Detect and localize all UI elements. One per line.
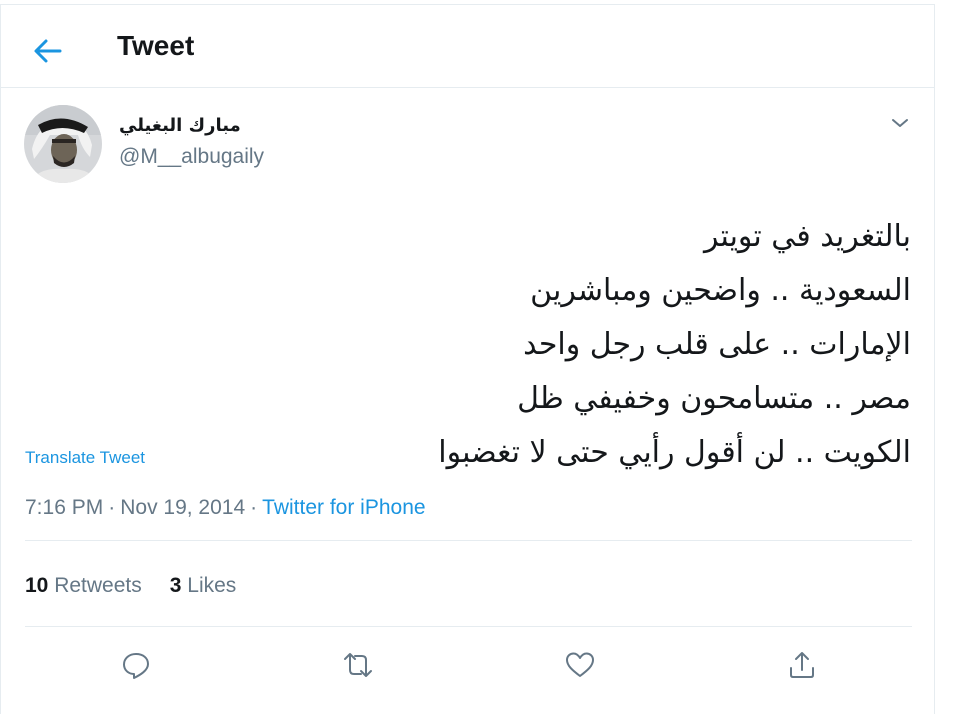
reply-button[interactable]: [119, 648, 153, 682]
retweet-button[interactable]: [341, 648, 375, 682]
tweet-line: الكويت .. لن أقول رأيي حتى لا تغضبوا: [438, 435, 911, 470]
author-handle[interactable]: @M__albugaily: [119, 145, 264, 169]
meta-separator: ·: [108, 496, 116, 519]
page-header: Tweet: [0, 4, 935, 88]
divider: [25, 540, 912, 541]
divider: [25, 626, 912, 627]
tweet-metadata: 7:16 PM · Nov 19, 2014 · Twitter for iPhone: [25, 496, 426, 520]
likes-stat[interactable]: 3 Likes: [170, 574, 237, 597]
like-button[interactable]: [563, 648, 597, 682]
retweets-label: Retweets: [54, 574, 142, 597]
arrow-left-icon: [34, 39, 62, 63]
meta-separator: ·: [250, 496, 258, 519]
page-title: Tweet: [117, 30, 195, 61]
chevron-down-icon: [892, 119, 908, 127]
tweet-line: الإمارات .. على قلب رجل واحد: [523, 327, 911, 362]
back-button[interactable]: [28, 34, 68, 68]
tweet-line: مصر .. متسامحون وخفيفي ظل: [517, 381, 911, 416]
reply-icon: [123, 653, 149, 679]
tweet-stats: 10 Retweets 3 Likes: [25, 574, 236, 598]
user-avatar: [24, 105, 102, 183]
retweets-count: 10: [25, 574, 49, 597]
translate-tweet-link[interactable]: Translate Tweet: [25, 448, 145, 468]
like-icon: [566, 652, 594, 677]
share-button[interactable]: [785, 648, 819, 682]
avatar[interactable]: [24, 105, 102, 183]
retweets-stat[interactable]: 10 Retweets: [25, 574, 142, 597]
tweet-text: بالتغريد في تويتر السعودية .. واضحين ومب…: [300, 210, 911, 480]
tweet-time[interactable]: 7:16 PM: [25, 496, 103, 519]
tweet-source-link[interactable]: Twitter for iPhone: [262, 496, 425, 519]
share-icon: [790, 652, 814, 678]
tweet-line: السعودية .. واضحين ومباشرين: [530, 273, 911, 308]
retweet-icon: [344, 653, 372, 677]
tweet-date[interactable]: Nov 19, 2014: [120, 496, 245, 519]
page-margin: [936, 0, 958, 708]
tweet-menu-button[interactable]: [888, 113, 912, 133]
likes-count: 3: [169, 574, 182, 597]
likes-label: Likes: [187, 574, 237, 597]
author-display-name[interactable]: مبارك البغيلي: [119, 115, 241, 136]
tweet-line: بالتغريد في تويتر: [703, 219, 911, 254]
